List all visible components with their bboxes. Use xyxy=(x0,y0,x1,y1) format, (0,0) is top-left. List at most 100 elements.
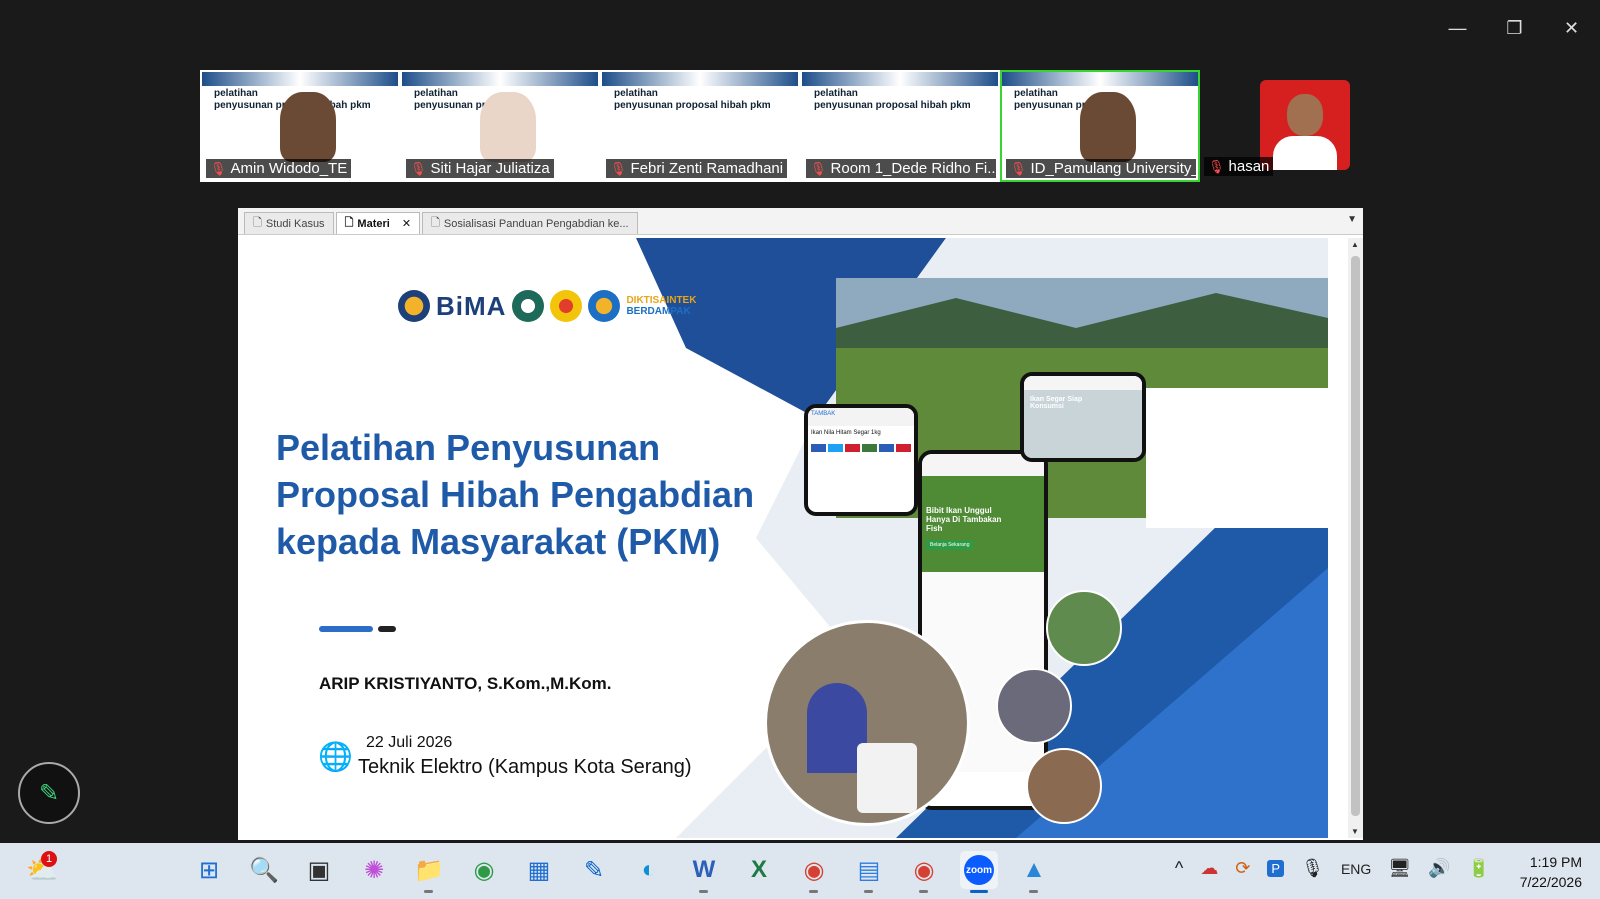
photo-circle-small-3 xyxy=(1026,748,1102,824)
sync-icon[interactable]: ⟳ xyxy=(1235,858,1250,879)
scrollbar-thumb[interactable] xyxy=(1351,256,1360,816)
tile-slide-title: pelatihan penyusunan pro xyxy=(1014,88,1092,111)
document-tab[interactable]: 🗋 Sosialisasi Panduan Pengabdian ke... xyxy=(422,212,638,234)
photos-icon[interactable]: ▲ xyxy=(1015,851,1053,893)
minimize-button[interactable]: — xyxy=(1429,12,1486,44)
zoom-icon[interactable]: zoom xyxy=(960,851,998,893)
close-tab-icon[interactable]: ✕ xyxy=(402,217,411,230)
notification-badge: 1 xyxy=(41,851,57,867)
accent-bar xyxy=(319,626,373,632)
tile-banner xyxy=(602,72,798,86)
document-icon: 🗋 xyxy=(344,217,354,229)
phone-headline-text: Bibit Ikan Unggul Hanya Di Tambakan Fish xyxy=(926,506,1002,533)
volume-icon[interactable]: 🔊 xyxy=(1428,858,1450,879)
scroll-up-icon[interactable]: ▲ xyxy=(1351,240,1359,249)
diktisaintek-logo-icon xyxy=(588,290,621,322)
tile-slide-title: pelatihan penyusunan proposal hibah pkm xyxy=(614,88,771,111)
annotate-pen-button[interactable]: ✎ xyxy=(18,762,80,824)
tile-slide-title: pelatihan penyusunan proposal hibah pkm xyxy=(814,88,971,111)
window-controls: — ❐ ✕ xyxy=(1429,12,1600,44)
photo-circle-large xyxy=(764,620,970,826)
participant-tile[interactable]: pelatihan penyusunan proposal hibah pkm 🎙… xyxy=(600,70,800,182)
chrome-profile-2-icon[interactable]: ◉ xyxy=(905,851,943,893)
document-tab[interactable]: 🗋 Materi ✕ xyxy=(335,212,421,234)
kemdikbud-logo-icon xyxy=(398,290,430,322)
mic-muted-icon: 🎙 xyxy=(610,160,627,176)
photo-circle-small-1 xyxy=(1046,590,1122,666)
document-tab[interactable]: 🗋 Studi Kasus xyxy=(244,212,334,234)
sponsor-logos: BiMA DIKTISAINTEK BERDAMPAK xyxy=(398,290,696,322)
university-logo-icon xyxy=(512,290,545,322)
phone-mockup-left: TAMBAK Ikan Nila Hitam Segar 1kg xyxy=(804,404,918,516)
participant-video xyxy=(480,92,536,162)
pinyin-icon[interactable]: P xyxy=(1267,860,1285,877)
tab-list-dropdown-icon[interactable]: ▼ xyxy=(1347,214,1357,225)
close-button[interactable]: ✕ xyxy=(1543,12,1600,44)
participant-name-label: 🎙 Siti Hajar Juliatiza xyxy=(406,159,554,178)
document-icon: 🗋 xyxy=(431,217,440,229)
self-view-tile[interactable]: 🎙 hasan xyxy=(1204,70,1354,182)
participant-gallery: pelatihan penyusunan proposal hibah pkm 🎙… xyxy=(200,70,1354,182)
diktisaintek-text: DIKTISAINTEK BERDAMPAK xyxy=(626,295,697,317)
vscode-icon[interactable]: ✎ xyxy=(575,851,613,889)
excel-icon[interactable]: X xyxy=(740,851,778,889)
chrome-profile-icon[interactable]: ◉ xyxy=(795,851,833,893)
participant-name-label: 🎙 Febri Zenti Ramadhani xyxy=(606,159,788,178)
copilot-icon[interactable]: ✺ xyxy=(355,851,393,889)
word-icon[interactable]: W xyxy=(685,851,723,893)
pdf-tab-bar: 🗋 Studi Kasus 🗋 Materi ✕ 🗋 Sosialisasi Panduan… xyxy=(238,208,1363,235)
participant-name-label: 🎙ID_Pamulang University_A... xyxy=(1006,159,1196,178)
show-hidden-icons-chevron-icon[interactable]: ^ xyxy=(1175,858,1183,879)
taskbar-clock[interactable]: 1:19 PM 7/22/2026 xyxy=(1520,852,1582,892)
participant-tile[interactable]: pelatihan penyusunan pr 🎙 Siti Hajar Julia… xyxy=(400,70,600,182)
network-icon[interactable]: 🖥 xyxy=(1388,858,1411,879)
language-indicator[interactable]: ENG xyxy=(1341,861,1371,877)
globe-icon: 🌐 xyxy=(318,741,353,772)
participant-tile[interactable]: pelatihan penyusunan proposal hibah pkm 🎙… xyxy=(800,70,1000,182)
mic-muted-icon: 🎙 xyxy=(1010,160,1027,176)
event-location: Teknik Elektro (Kampus Kota Serang) xyxy=(358,756,692,778)
phone-mockup-right: Ikan Segar Siap Konsumsi xyxy=(1020,372,1146,462)
clock-date: 7/22/2026 xyxy=(1519,874,1582,890)
tile-banner xyxy=(402,72,598,86)
participant-video xyxy=(1080,92,1136,162)
taskbar-apps: ⊞ 🔍 ▣ ✺ 📁 ◉ ▦ ✎ ◐ W X ◉ ▤ ◉ zoom ▲ xyxy=(190,851,1053,893)
desktop-mockup xyxy=(1146,388,1328,528)
accent-dot xyxy=(378,626,396,632)
edge-icon[interactable]: ◐ xyxy=(630,851,668,889)
participant-video xyxy=(280,92,336,162)
search-icon[interactable]: 🔍 xyxy=(245,851,283,889)
restore-button[interactable]: ❐ xyxy=(1486,12,1543,44)
participant-tile[interactable]: pelatihan penyusunan pro 🎙ID_Pamulang Uni… xyxy=(1000,70,1200,182)
store-icon[interactable]: ▦ xyxy=(520,851,558,889)
shared-screen: 🗋 Studi Kasus 🗋 Materi ✕ 🗋 Sosialisasi Panduan… xyxy=(238,208,1363,840)
vertical-scrollbar[interactable]: ▲ ▼ xyxy=(1348,238,1363,838)
mic-muted-icon: 🎙 xyxy=(410,160,427,176)
participant-name-label: 🎙 Amin Widodo_TE xyxy=(206,159,352,178)
notepad-icon[interactable]: ▤ xyxy=(850,851,888,893)
windows-start-icon[interactable]: ⊞ xyxy=(190,851,228,889)
mic-muted-icon: 🎙 xyxy=(210,160,227,176)
product-name-text: Ikan Nila Hitam Segar 1kg xyxy=(811,430,881,436)
participant-tile[interactable]: pelatihan penyusunan proposal hibah pkm🎙… xyxy=(200,70,400,182)
windows-taskbar: ⛅ 1 ⊞ 🔍 ▣ ✺ 📁 ◉ ▦ ✎ ◐ W X ◉ ▤ ◉ zoom ▲ ^ ☁ ⟳ P 🎙 ENG 🖥 … xyxy=(0,843,1600,899)
phone-cta-button: Belanja Sekarang xyxy=(926,540,974,550)
participant-name-label: 🎙 Room 1_Dede Ridho Fi... xyxy=(806,159,996,178)
zoom-logo: zoom xyxy=(964,855,994,885)
document-icon: 🗋 xyxy=(253,217,262,229)
battery-icon[interactable]: 🔋 xyxy=(1468,858,1490,879)
onedrive-icon[interactable]: ☁ xyxy=(1200,858,1218,879)
tile-banner xyxy=(1002,72,1198,86)
chrome-icon[interactable]: ◉ xyxy=(465,851,503,889)
tile-slide-title: pelatihan penyusunan pr xyxy=(414,88,486,111)
event-date: 22 Juli 2026 xyxy=(366,734,453,751)
clock-time: 1:19 PM xyxy=(1529,854,1582,870)
task-view-icon[interactable]: ▣ xyxy=(300,851,338,889)
photo-circle-small-2 xyxy=(996,668,1072,744)
mic-muted-icon: 🎙 xyxy=(810,160,827,176)
scroll-down-icon[interactable]: ▼ xyxy=(1351,827,1359,836)
file-explorer-icon[interactable]: 📁 xyxy=(410,851,448,893)
slide-title: Pelatihan Penyusunan Proposal Hibah Peng… xyxy=(276,427,755,562)
phone-subtitle-text: Ikan Segar Siap Konsumsi xyxy=(1030,396,1083,410)
microphone-icon[interactable]: 🎙 xyxy=(1301,858,1324,879)
